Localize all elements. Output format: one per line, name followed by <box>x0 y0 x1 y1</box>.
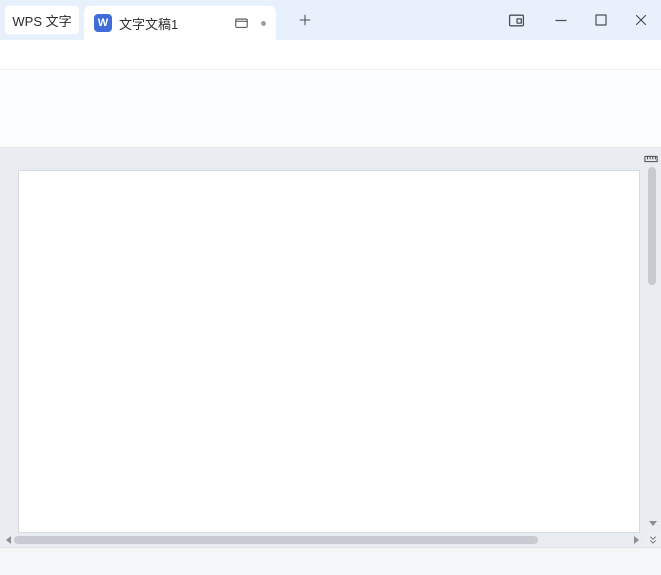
statusbar: 页面: 1/1 100% <box>0 547 661 575</box>
document-page[interactable] <box>18 170 640 533</box>
horizontal-scrollbar-thumb[interactable] <box>14 536 538 544</box>
vertical-scrollbar-thumb[interactable] <box>648 167 656 285</box>
scroll-corner-button[interactable] <box>645 532 661 547</box>
page-navigation-icon <box>648 535 658 545</box>
close-icon <box>633 12 649 28</box>
workspace-icon <box>508 12 525 29</box>
tab-window-icon[interactable] <box>234 16 249 30</box>
writer-doc-icon: W <box>94 14 112 32</box>
ruler-toggle-button[interactable] <box>643 151 659 167</box>
close-button[interactable] <box>631 10 651 30</box>
maximize-icon <box>593 12 609 28</box>
ribbon-toolbar: 格式刷 粘贴 宋体 (正文) 五号 A+ A- wén <box>0 70 661 148</box>
titlebar: WPS 文字 W 文字文稿1 <box>0 0 661 40</box>
document-area <box>0 148 661 547</box>
tab-status-dot <box>261 21 266 26</box>
arrow-down-icon <box>649 521 657 526</box>
minimize-button[interactable] <box>551 10 571 30</box>
scroll-left-button[interactable] <box>2 534 14 546</box>
arrow-left-icon <box>6 536 11 544</box>
minimize-icon <box>553 12 569 28</box>
wps-writer-window: WPS 文字 W 文字文稿1 文件 <box>0 0 661 575</box>
tab-title: 文字文稿1 <box>119 14 234 33</box>
ruler-icon <box>644 152 658 166</box>
new-tab-icon <box>298 13 312 27</box>
app-name-label: WPS 文字 <box>12 11 71 30</box>
workspace-button[interactable] <box>506 10 526 30</box>
scroll-right-button[interactable] <box>630 534 642 546</box>
arrow-right-icon <box>634 536 639 544</box>
maximize-button[interactable] <box>591 10 611 30</box>
new-tab-button[interactable] <box>296 11 314 29</box>
menubar: 文件 开始 插入 页面 引用 审阅 视图 工具 <box>0 40 661 70</box>
app-menu-button[interactable]: WPS 文字 <box>5 6 79 34</box>
document-tab[interactable]: W 文字文稿1 <box>84 6 276 40</box>
scroll-down-button[interactable] <box>645 516 661 530</box>
